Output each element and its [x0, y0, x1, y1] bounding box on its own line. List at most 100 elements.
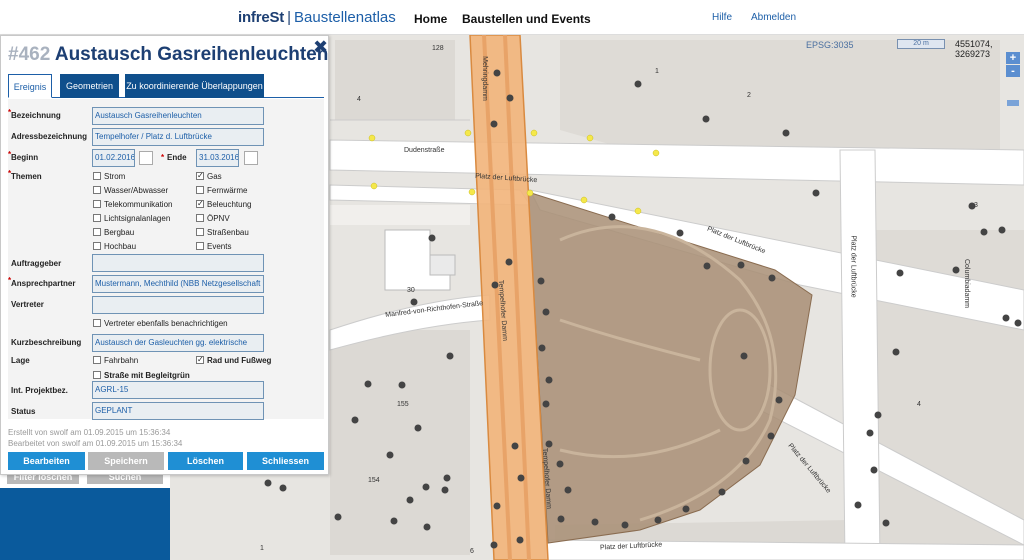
dialog-title: #462 Austausch Gasreihenleuchten — [8, 44, 328, 66]
event-detail-dialog: #462 Austausch Gasreihenleuchten ✖ Ereig… — [0, 35, 329, 475]
tab-geometrien[interactable]: Geometrien — [60, 74, 119, 98]
auftraggeber-field[interactable] — [92, 254, 264, 272]
brand-logo[interactable]: infreSt | Baustellenatlas — [238, 9, 396, 26]
checkbox-label: Bergbau — [104, 228, 135, 237]
checkbox-begleitgruen[interactable] — [93, 371, 101, 379]
checkbox-label: Hochbau — [104, 242, 137, 251]
edit-button[interactable]: Bearbeiten — [8, 452, 85, 470]
house-number: 1 — [655, 68, 659, 75]
checkbox-rad-fussweg[interactable]: ✓ — [196, 356, 204, 364]
label-status: Status — [11, 407, 36, 416]
epsg-label: EPSG:3035 — [806, 40, 854, 50]
label-vertreter: Vertreter — [11, 300, 44, 309]
checkbox-events[interactable] — [196, 242, 204, 250]
label-adresse: Adressbezeichnung — [11, 132, 88, 141]
checkbox-label: Wasser/Abwasser — [104, 186, 169, 195]
brand-separator: | — [287, 9, 292, 26]
checkbox-hochbau[interactable] — [93, 242, 101, 250]
label-ende: Ende — [167, 153, 187, 162]
event-title: Austausch Gasreihenleuchten — [54, 44, 329, 65]
checkbox-label: ÖPNV — [207, 214, 230, 223]
brand-prefix: infreSt — [238, 9, 285, 26]
ende-date-field[interactable]: 31.03.2016 — [196, 149, 239, 167]
kurzbeschreibung-field[interactable]: Austausch der Gasleuchten gg. elektrisch… — [92, 334, 264, 352]
adresse-field[interactable]: Tempelhofer / Platz d. Luftbrücke — [92, 128, 264, 146]
tab-ereignis[interactable]: Ereignis — [8, 74, 52, 98]
checkbox-lichtsignal[interactable] — [93, 214, 101, 222]
checkbox-label: Vertreter ebenfalls benachrichtigen — [104, 319, 228, 328]
house-number: 155 — [397, 401, 409, 408]
checkbox-label: Gas — [207, 172, 222, 181]
house-number: 3 — [974, 202, 978, 209]
checkbox-label: Straße mit Begleitgrün — [104, 371, 190, 380]
checkbox-bergbau[interactable] — [93, 228, 101, 236]
close-button[interactable]: Schliessen — [247, 452, 324, 470]
zoom-in-button[interactable]: + — [1006, 52, 1020, 64]
ansprechpartner-field[interactable]: Mustermann, Mechthild (NBB Netzgesellsch… — [92, 275, 264, 293]
checkbox-telekommunikation[interactable] — [93, 200, 101, 208]
nav-baustellen[interactable]: Baustellen und Events — [462, 12, 591, 26]
checkbox-gas[interactable]: ✓ — [196, 172, 204, 180]
label-lage: Lage — [11, 356, 30, 365]
house-number: 1 — [260, 545, 264, 552]
label-ansprechpartner: Ansprechpartner — [11, 279, 76, 288]
checkbox-fahrbahn[interactable] — [93, 356, 101, 364]
label-themen: Themen — [11, 172, 42, 181]
label-bezeichnung: Bezeichnung — [11, 111, 61, 120]
checkbox-wasser[interactable] — [93, 186, 101, 194]
house-number: 4 — [357, 96, 361, 103]
checkbox-vertreter-notify[interactable] — [93, 319, 101, 327]
house-number: 30 — [407, 287, 415, 294]
checkbox-strom[interactable] — [93, 172, 101, 180]
checkbox-beleuchtung[interactable]: ✓ — [196, 200, 204, 208]
checkbox-label: Straßenbau — [207, 228, 249, 237]
delete-button[interactable]: Löschen — [168, 452, 243, 470]
street-label-platz: Platz der Luftbrücke — [849, 235, 857, 298]
tab-ueberlappungen[interactable]: Zu koordinierende Überlappungen — [125, 74, 264, 98]
projektbez-field[interactable]: AGRL-15 — [92, 381, 264, 399]
vertreter-field[interactable] — [92, 296, 264, 314]
checkbox-fernwaerme[interactable] — [196, 186, 204, 194]
calendar-icon[interactable] — [139, 151, 153, 165]
beginn-date-field[interactable]: 01.02.2016 — [92, 149, 135, 167]
top-bar: infreSt | Baustellenatlas Home Baustellen … — [0, 0, 1024, 35]
checkbox-label: Telekommunikation — [104, 200, 173, 209]
calendar-icon[interactable] — [244, 151, 258, 165]
checkbox-label: Lichtsignalanlagen — [104, 214, 171, 223]
label-kurzbeschreibung: Kurzbeschreibung — [11, 338, 82, 347]
bezeichnung-field[interactable]: Austausch Gasreihenleuchten — [92, 107, 264, 125]
street-label-mehringdamm: Mehringdamm — [480, 56, 488, 101]
checkbox-label: Events — [207, 242, 232, 251]
label-projektbez: Int. Projektbez. — [11, 386, 68, 395]
house-number: 4 — [917, 401, 921, 408]
checkbox-label: Fahrbahn — [104, 356, 139, 365]
status-field[interactable]: GEPLANT — [92, 402, 264, 420]
help-link[interactable]: Hilfe — [712, 12, 732, 23]
house-number: 154 — [368, 477, 380, 484]
close-icon[interactable]: ✖ — [313, 37, 328, 58]
house-number: 128 — [432, 45, 444, 52]
save-button[interactable]: Speichern — [88, 452, 164, 470]
event-form: * Bezeichnung Austausch Gasreihenleuchte… — [8, 99, 324, 420]
created-info: Erstellt von swolf am 01.09.2015 um 15:3… — [8, 428, 171, 437]
brand-name: Baustellenatlas — [294, 9, 396, 26]
checkbox-oepnv[interactable] — [196, 214, 204, 222]
label-beginn: Beginn — [11, 153, 39, 162]
checkbox-strassenbau[interactable] — [196, 228, 204, 236]
zoom-slider[interactable] — [1007, 100, 1019, 106]
checkbox-label: Rad und Fußweg — [207, 356, 272, 365]
edited-info: Bearbeitet von swolf am 01.09.2015 um 15… — [8, 439, 183, 448]
house-number: 2 — [747, 92, 751, 99]
scale-bar: 20 m — [897, 39, 945, 49]
event-id: #462 — [8, 44, 51, 65]
checkbox-label: Fernwärme — [207, 186, 248, 195]
zoom-out-button[interactable]: - — [1006, 65, 1020, 77]
nav-home[interactable]: Home — [414, 12, 447, 26]
street-label-columbiadamm: Columbiadamm — [963, 258, 971, 309]
street-label-dudenstrasse: Dudenstraße — [404, 147, 445, 154]
checkbox-label: Strom — [104, 172, 126, 181]
checkbox-label: Beleuchtung — [207, 200, 252, 209]
dialog-tabs: Ereignis Geometrien Zu koordinierende Üb… — [8, 74, 324, 98]
filter-panel-footer — [0, 488, 170, 560]
logout-link[interactable]: Abmelden — [751, 12, 796, 23]
